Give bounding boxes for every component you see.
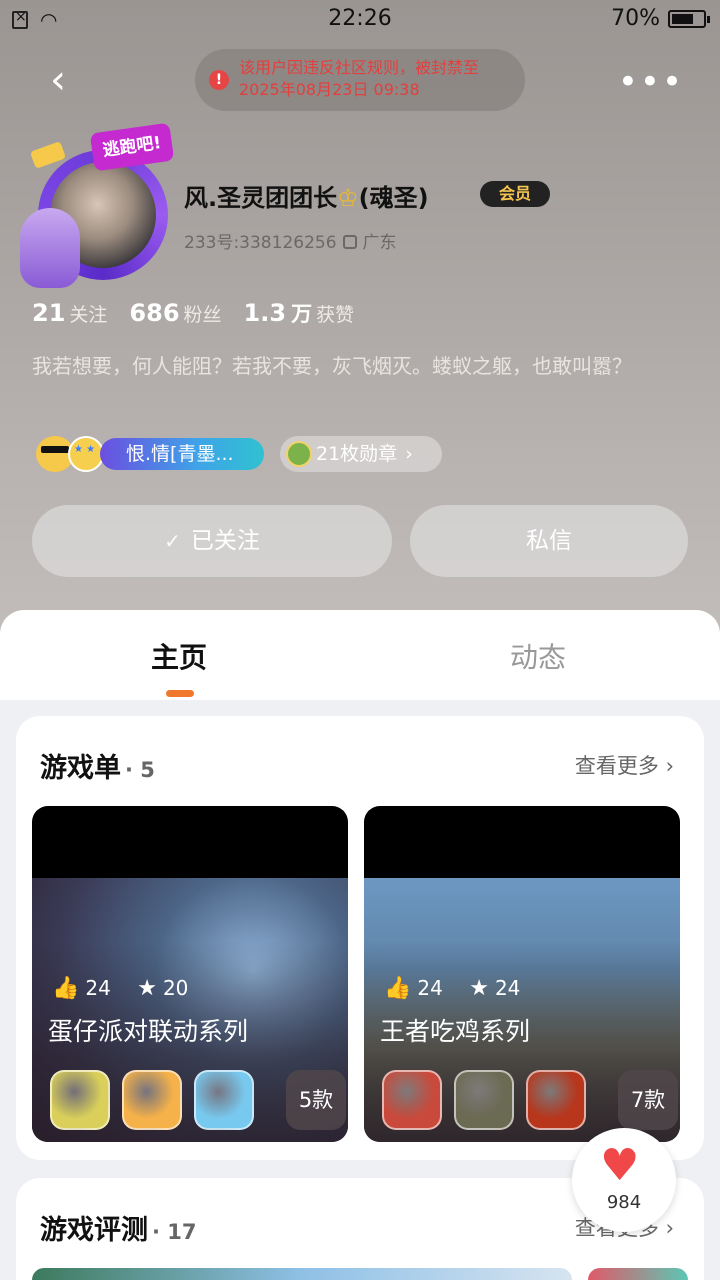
- stat-likes[interactable]: 1.3 万获赞: [244, 298, 355, 328]
- stat-likes-label: 获赞: [316, 304, 355, 326]
- tab-home[interactable]: 主页: [151, 636, 207, 676]
- warning-icon: !: [209, 70, 229, 90]
- avatar-frame-badge: 逃跑吧!: [89, 122, 175, 172]
- game-app-icon: [194, 1070, 254, 1130]
- followed-button[interactable]: ✓ 已关注: [32, 505, 392, 577]
- tab-feed[interactable]: 动态: [510, 636, 566, 676]
- check-icon: ✓: [164, 529, 181, 553]
- message-button[interactable]: 私信: [410, 505, 688, 577]
- stat-followers-num: 686: [129, 299, 180, 327]
- vip-label: 会员: [498, 184, 531, 203]
- star-eyes-emoji-icon: [68, 436, 104, 472]
- like-count: 984: [606, 1192, 642, 1213]
- chevron-right-icon: ›: [405, 443, 413, 465]
- star-icon: ★: [469, 976, 489, 1001]
- game-lists-title: 游戏单 · 5: [40, 746, 155, 785]
- stat-following-label: 关注: [69, 304, 108, 326]
- game-list-name: 王者吃鸡系列: [380, 1017, 531, 1046]
- game-list-likes: 24: [85, 976, 111, 1000]
- medal-icon: [286, 441, 312, 467]
- ban-notice-line2: 2025年08月23日 09:38: [239, 80, 420, 99]
- game-lists-title-text: 游戏单: [40, 753, 121, 784]
- game-lists-count: · 5: [125, 758, 155, 782]
- nameplate-badge[interactable]: 恨.情[青墨...: [100, 438, 264, 470]
- thumbs-up-icon: 👍: [52, 976, 80, 1001]
- game-app-icon: [122, 1070, 182, 1130]
- game-list-stats: 👍 24 ★ 20: [52, 976, 188, 1001]
- user-id-row: 233号:338126256 广东: [184, 228, 397, 253]
- username-text: 风.圣灵团团长: [184, 184, 338, 212]
- user-id: 233号:338126256: [184, 233, 337, 253]
- game-lists-card: 游戏单 · 5 查看更多 › 👍 24 ★ 20 蛋仔派对联动系列 5款 👍 24 ★ 2…: [16, 716, 704, 1160]
- followed-label: 已关注: [190, 528, 260, 554]
- back-icon[interactable]: ‹: [50, 60, 82, 100]
- game-list-likes: 24: [417, 976, 443, 1000]
- star-icon: ★: [137, 976, 157, 1001]
- avatar-frame-character: [20, 208, 80, 288]
- game-list-stats: 👍 24 ★ 24: [384, 976, 520, 1001]
- review-thumbnail[interactable]: [32, 1268, 572, 1280]
- bio: 我若想要，何人能阻？若我不要，灰飞烟灭。蝼蚁之躯，也敢叫嚣？: [32, 354, 632, 378]
- stats-row: 21 关注 686 粉丝 1.3 万获赞: [32, 298, 354, 328]
- reviews-title-text: 游戏评测: [40, 1215, 148, 1246]
- location: 广东: [362, 233, 397, 253]
- stat-followers-label: 粉丝: [183, 304, 222, 326]
- game-lists-see-more[interactable]: 查看更多 ›: [575, 750, 674, 780]
- reviews-title: 游戏评测 · 17: [40, 1208, 197, 1247]
- ban-notice-line1: 该用户因违反社区规则，被封禁至: [239, 58, 480, 77]
- game-app-icon: [454, 1070, 514, 1130]
- stat-followers[interactable]: 686 粉丝: [129, 299, 221, 327]
- thumbs-up-icon: 👍: [384, 976, 412, 1001]
- avatar[interactable]: 逃跑吧!: [20, 122, 175, 293]
- game-list-item[interactable]: 👍 24 ★ 24 王者吃鸡系列 7款: [364, 806, 680, 1142]
- tab-active-indicator: [166, 690, 194, 697]
- game-app-icon: [382, 1070, 442, 1130]
- crown-icon: ♔: [337, 184, 359, 212]
- copy-icon[interactable]: [342, 235, 357, 249]
- stat-following[interactable]: 21 关注: [32, 299, 107, 327]
- game-count-chip: 5款: [286, 1070, 346, 1130]
- vip-badge[interactable]: 会员: [480, 181, 550, 207]
- game-list-icons: 5款: [50, 1070, 346, 1130]
- profile-tabs: 主页 动态: [0, 610, 720, 700]
- stat-likes-unit: 万: [291, 302, 313, 326]
- review-thumbnail[interactable]: [588, 1268, 688, 1280]
- game-list-stars: 24: [494, 976, 521, 1000]
- battery-percent: 70%: [611, 6, 660, 31]
- game-app-icon: [50, 1070, 110, 1130]
- reviews-count: · 17: [152, 1220, 197, 1244]
- game-list-icons: 7款: [382, 1070, 678, 1130]
- status-bar: ◠ 22:26 70%: [0, 0, 720, 40]
- game-list-item[interactable]: 👍 24 ★ 20 蛋仔派对联动系列 5款: [32, 806, 348, 1142]
- game-list-name: 蛋仔派对联动系列: [48, 1017, 249, 1046]
- medals-button[interactable]: 21枚勋章 ›: [280, 436, 442, 472]
- message-label: 私信: [526, 528, 572, 554]
- heart-icon: ♥: [600, 1140, 640, 1191]
- stat-following-num: 21: [32, 299, 66, 327]
- game-count-chip: 7款: [618, 1070, 678, 1130]
- stat-likes-num: 1.3: [243, 299, 287, 327]
- more-options-icon[interactable]: •••: [618, 62, 684, 102]
- game-list-stars: 20: [162, 976, 189, 1000]
- username: 风.圣灵团团长♔(魂圣): [184, 178, 429, 213]
- username-suffix: (魂圣): [358, 184, 429, 212]
- medals-label: 21枚勋章: [316, 443, 398, 465]
- game-app-icon: [526, 1070, 586, 1130]
- ban-notice: ! 该用户因违反社区规则，被封禁至 2025年08月23日 09:38: [195, 49, 525, 111]
- battery-icon: [668, 9, 710, 28]
- like-button[interactable]: ♥ 984: [572, 1128, 676, 1232]
